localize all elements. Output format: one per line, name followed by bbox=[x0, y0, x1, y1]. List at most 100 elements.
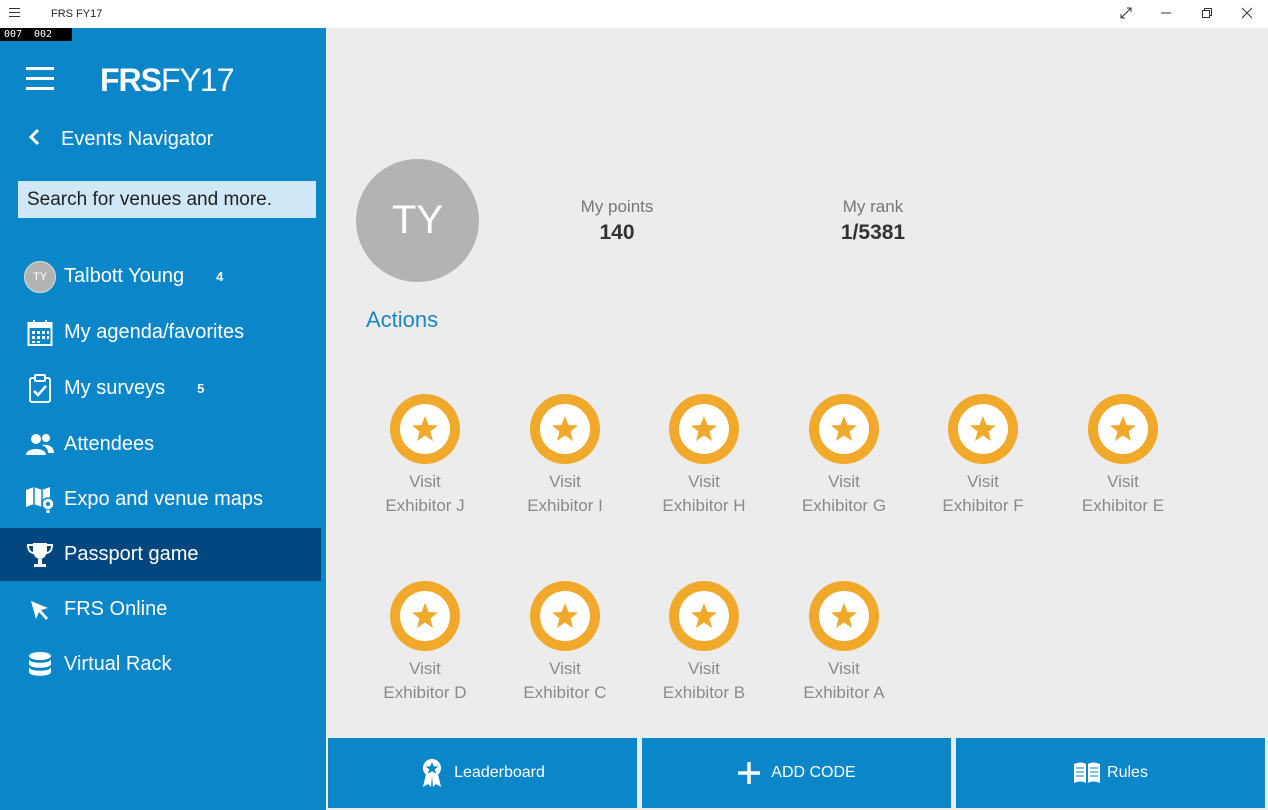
app-brand: FRSFY17 bbox=[100, 62, 234, 99]
sidebar-item-label: Talbott Young bbox=[64, 265, 185, 287]
sidebar-item-profile[interactable]: TY Talbott Young 4 bbox=[0, 250, 321, 303]
action-line2: Exhibitor H bbox=[662, 496, 746, 515]
star-medal-icon bbox=[669, 394, 739, 464]
star-medal-icon bbox=[530, 394, 600, 464]
sidebar-item-label: Virtual Rack bbox=[64, 653, 172, 675]
map-icon bbox=[21, 485, 59, 515]
rank-value: 1/5381 bbox=[840, 221, 906, 244]
book-icon bbox=[1073, 761, 1101, 785]
action-tile[interactable]: Visit Exhibitor E bbox=[1063, 394, 1183, 518]
close-button[interactable] bbox=[1235, 4, 1259, 24]
sidebar-item-label: Attendees bbox=[64, 433, 155, 455]
back-label: Events Navigator bbox=[61, 127, 214, 150]
action-line2: Exhibitor A bbox=[803, 683, 885, 702]
action-line1: Visit bbox=[409, 659, 441, 678]
star-medal-icon bbox=[948, 394, 1018, 464]
rank-label: My rank bbox=[842, 197, 904, 216]
leaderboard-button[interactable]: Leaderboard bbox=[328, 738, 637, 808]
action-tile[interactable]: Visit Exhibitor A bbox=[784, 581, 904, 705]
brand-bold: FRS bbox=[100, 62, 162, 98]
title-bar: FRS FY17 bbox=[0, 0, 1268, 28]
action-line1: Visit bbox=[549, 659, 581, 678]
action-line2: Exhibitor J bbox=[385, 496, 465, 515]
chevron-left-icon bbox=[28, 128, 42, 150]
action-tile[interactable]: Visit Exhibitor J bbox=[365, 394, 485, 518]
minimize-button[interactable] bbox=[1154, 4, 1178, 24]
add-code-button[interactable]: ADD CODE bbox=[642, 738, 951, 808]
star-medal-icon bbox=[809, 581, 879, 651]
rank-stat: My rank 1/5381 bbox=[803, 197, 943, 245]
action-tile[interactable]: Visit Exhibitor I bbox=[505, 394, 625, 518]
sidebar-item-label: Passport game bbox=[64, 543, 199, 565]
action-line2: Exhibitor D bbox=[383, 683, 467, 702]
people-icon bbox=[21, 430, 59, 460]
sidebar: FRSFY17 Events Navigator TY Talbott Youn… bbox=[0, 28, 326, 810]
rules-label: Rules bbox=[1107, 764, 1148, 781]
leaderboard-label: Leaderboard bbox=[454, 764, 545, 781]
trophy-icon bbox=[21, 540, 59, 570]
sidebar-item-surveys[interactable]: My surveys 5 bbox=[0, 362, 321, 415]
action-line2: Exhibitor F bbox=[942, 496, 1024, 515]
avatar: TY bbox=[21, 260, 59, 293]
action-tile[interactable]: Visit Exhibitor C bbox=[505, 581, 625, 705]
sidebar-item-maps[interactable]: Expo and venue maps bbox=[0, 473, 321, 526]
sidebar-item-attendees[interactable]: Attendees bbox=[0, 418, 321, 471]
action-line1: Visit bbox=[1107, 472, 1139, 491]
action-line1: Visit bbox=[967, 472, 999, 491]
star-medal-icon bbox=[1088, 394, 1158, 464]
star-medal-icon bbox=[669, 581, 739, 651]
fullscreen-icon[interactable] bbox=[1114, 4, 1138, 24]
database-icon bbox=[21, 650, 59, 680]
star-medal-icon bbox=[809, 394, 879, 464]
profile-avatar: TY bbox=[356, 159, 479, 282]
brand-light: FY17 bbox=[161, 62, 234, 98]
sidebar-item-agenda[interactable]: My agenda/favorites bbox=[0, 306, 321, 359]
cursor-icon bbox=[21, 595, 59, 625]
notification-badge: 4 bbox=[216, 269, 224, 284]
notification-badge: 5 bbox=[197, 381, 205, 396]
sidebar-item-frs-online[interactable]: FRS Online bbox=[0, 583, 321, 636]
action-line2: Exhibitor G bbox=[801, 496, 887, 515]
frame-counter-right: 002 bbox=[34, 29, 53, 40]
star-medal-icon bbox=[390, 394, 460, 464]
frame-counter-left: 007 bbox=[4, 29, 23, 40]
restore-button[interactable] bbox=[1195, 4, 1219, 24]
action-line1: Visit bbox=[828, 659, 860, 678]
back-to-events-navigator[interactable]: Events Navigator bbox=[28, 124, 213, 154]
search-input[interactable] bbox=[18, 181, 316, 218]
points-label: My points bbox=[580, 197, 654, 216]
window-menu-icon[interactable] bbox=[9, 5, 29, 23]
sidebar-item-label: FRS Online bbox=[64, 598, 168, 620]
action-tile[interactable]: Visit Exhibitor H bbox=[644, 394, 764, 518]
award-ribbon-icon bbox=[420, 758, 444, 788]
rules-button[interactable]: Rules bbox=[956, 738, 1265, 808]
clipboard-icon bbox=[21, 373, 59, 404]
action-line2: Exhibitor E bbox=[1081, 496, 1165, 515]
sidebar-item-virtual-rack[interactable]: Virtual Rack bbox=[0, 638, 321, 691]
actions-heading: Actions bbox=[366, 307, 439, 332]
points-value: 140 bbox=[599, 221, 635, 244]
plus-icon bbox=[737, 761, 761, 785]
action-tile[interactable]: Visit Exhibitor G bbox=[784, 394, 904, 518]
sidebar-item-label: My agenda/favorites bbox=[64, 321, 245, 343]
main-content: TY My points 140 My rank 1/5381 Actions … bbox=[326, 28, 1268, 810]
frame-counter: 007 002 bbox=[0, 28, 72, 41]
action-line2: Exhibitor I bbox=[527, 496, 603, 515]
action-line1: Visit bbox=[828, 472, 860, 491]
action-tile[interactable]: Visit Exhibitor F bbox=[923, 394, 1043, 518]
action-line1: Visit bbox=[688, 472, 720, 491]
action-tile[interactable]: Visit Exhibitor D bbox=[365, 581, 485, 705]
star-medal-icon bbox=[390, 581, 460, 651]
action-line1: Visit bbox=[549, 472, 581, 491]
add-code-label: ADD CODE bbox=[771, 764, 856, 781]
sidebar-item-passport-game[interactable]: Passport game bbox=[0, 528, 321, 581]
action-line1: Visit bbox=[688, 659, 720, 678]
action-line2: Exhibitor C bbox=[523, 683, 607, 702]
action-line2: Exhibitor B bbox=[662, 683, 746, 702]
points-stat: My points 140 bbox=[547, 197, 687, 245]
hamburger-menu-icon[interactable] bbox=[26, 67, 54, 91]
sidebar-item-label: My surveys bbox=[64, 377, 166, 399]
calendar-icon bbox=[21, 318, 59, 348]
sidebar-item-label: Expo and venue maps bbox=[64, 488, 264, 510]
action-tile[interactable]: Visit Exhibitor B bbox=[644, 581, 764, 705]
